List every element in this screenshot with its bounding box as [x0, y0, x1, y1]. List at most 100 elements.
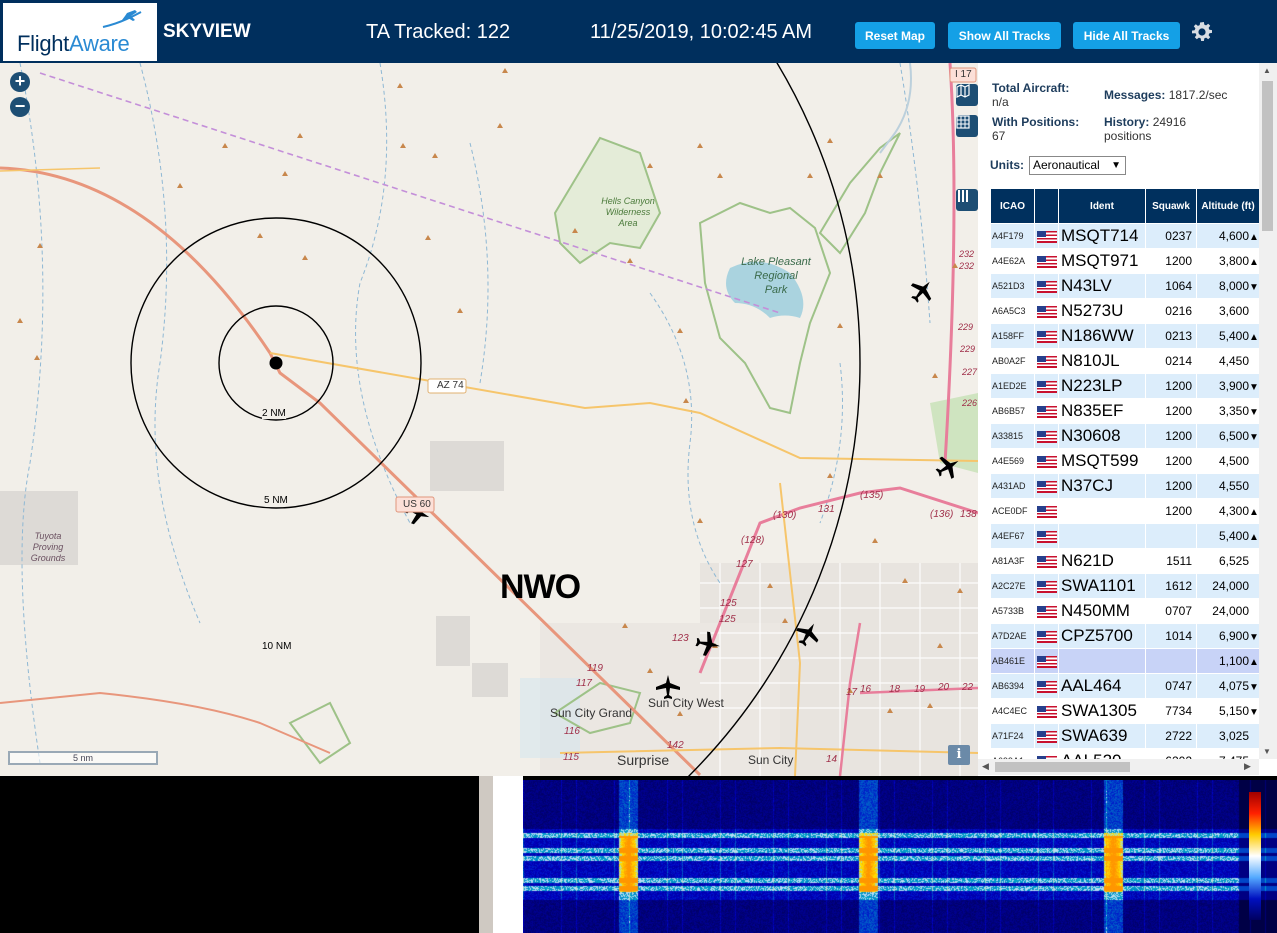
reset-map-button[interactable]: Reset Map: [855, 22, 935, 49]
altitude-trend-icon: ▼: [1249, 407, 1259, 418]
panel-divider[interactable]: [479, 776, 493, 933]
scroll-up-icon[interactable]: ▲: [1263, 66, 1271, 75]
scroll-down-icon[interactable]: ▼: [1263, 747, 1271, 756]
aircraft-row[interactable]: A431AD N37CJ 1200 4,550: [991, 474, 1259, 498]
aircraft-row[interactable]: A4E569 MSQT599 1200 4,500: [991, 449, 1259, 473]
flag-cell: [1035, 549, 1058, 573]
altitude-cell: 4,450: [1197, 349, 1259, 373]
squawk-cell: 1200: [1146, 374, 1196, 398]
col-header-icao[interactable]: ICAO: [991, 189, 1034, 223]
info-button[interactable]: i: [948, 745, 970, 765]
aircraft-row[interactable]: AB0A2F N810JL 0214 4,450: [991, 349, 1259, 373]
altitude-cell: 4,500: [1197, 449, 1259, 473]
altitude-cell: 1,100▲: [1197, 649, 1259, 673]
squawk-cell: 1200: [1146, 399, 1196, 423]
road-number: 18: [889, 684, 901, 695]
icao-cell: AB461E: [991, 649, 1034, 673]
icao-cell: A4C4EC: [991, 699, 1034, 723]
us-flag-icon: [1037, 505, 1057, 518]
zoom-out-button[interactable]: −: [10, 97, 30, 117]
icao-cell: A1ED2E: [991, 374, 1034, 398]
sun-city-grand-label: Sun City Grand: [550, 706, 633, 720]
altitude-cell: 4,550: [1197, 474, 1259, 498]
altitude-value: 6,525: [1218, 554, 1249, 568]
col-header-flag[interactable]: [1035, 189, 1058, 223]
altitude-value: 5,400: [1218, 329, 1249, 343]
ident-cell: [1059, 524, 1145, 548]
us-flag-icon: [1037, 355, 1057, 368]
col-header-ident[interactable]: Ident: [1059, 189, 1145, 223]
aircraft-row[interactable]: A81A3F N621D 1511 6,525: [991, 549, 1259, 573]
ident-cell: N810JL: [1059, 349, 1145, 373]
ident-cell: SWA639: [1059, 724, 1145, 748]
altitude-value: 3,800: [1218, 254, 1249, 268]
sun-city-label: Sun City: [748, 753, 794, 767]
altitude-trend-icon: ▼: [1249, 632, 1259, 643]
chevron-down-icon: ▼: [1111, 160, 1121, 171]
road-number: 138: [960, 509, 977, 520]
units-select[interactable]: Aeronautical ▼: [1029, 156, 1126, 175]
aircraft-row[interactable]: A4E62A MSQT971 1200 3,800▲: [991, 249, 1259, 273]
aircraft-panel: Total Aircraft: n/a Messages: 1817.2/sec …: [978, 63, 1277, 776]
aircraft-row[interactable]: A4C4EC SWA1305 7734 5,150▼: [991, 699, 1259, 723]
altitude-cell: 24,000: [1197, 574, 1259, 598]
col-header-altitude[interactable]: Altitude (ft): [1197, 189, 1259, 223]
road-number: 127: [736, 559, 753, 570]
aircraft-row[interactable]: A5733B N450MM 0707 24,000: [991, 599, 1259, 623]
columns-toggle-icon[interactable]: [956, 189, 978, 211]
zoom-in-button[interactable]: +: [10, 72, 30, 92]
us-flag-icon: [1037, 580, 1057, 593]
aircraft-row[interactable]: A71F24 SWA639 2722 3,025: [991, 724, 1259, 748]
history-stat: History: 24916 positions: [1104, 115, 1187, 143]
aircraft-row[interactable]: AB6B57 N835EF 1200 3,350▼: [991, 399, 1259, 423]
squawk-cell: 0747: [1146, 674, 1196, 698]
icao-cell: A6A5C3: [991, 299, 1034, 323]
app-name: SKYVIEW: [163, 21, 251, 42]
map-view[interactable]: AZ 74 US 60 I 17 2 NM 5 NM 10 NM NWO Hel…: [0, 63, 978, 776]
icao-cell: A521D3: [991, 274, 1034, 298]
ident-cell: N835EF: [1059, 399, 1145, 423]
ident-cell: N186WW: [1059, 324, 1145, 348]
hide-all-tracks-button[interactable]: Hide All Tracks: [1073, 22, 1180, 49]
scroll-left-icon[interactable]: ◀: [982, 761, 989, 772]
scrollbar-thumb[interactable]: [1262, 81, 1273, 231]
altitude-trend-icon: ▲: [1249, 232, 1259, 243]
aircraft-row[interactable]: A4F179 MSQT714 0237 4,600▲: [991, 224, 1259, 248]
col-header-squawk[interactable]: Squawk: [1146, 189, 1196, 223]
flightaware-logo[interactable]: FlightAware: [3, 3, 157, 61]
squawk-cell: [1146, 524, 1196, 548]
show-all-tracks-button[interactable]: Show All Tracks: [948, 22, 1061, 49]
squawk-cell: 1200: [1146, 249, 1196, 273]
scrollbar-thumb[interactable]: [995, 762, 1130, 772]
vertical-scrollbar[interactable]: ▲ ▼: [1259, 63, 1277, 759]
aircraft-row[interactable]: A6A5C3 N5273U 0216 3,600: [991, 299, 1259, 323]
aircraft-row[interactable]: A2C27E SWA1101 1612 24,000: [991, 574, 1259, 598]
aircraft-row[interactable]: ACE0DF 1200 4,300▲: [991, 499, 1259, 523]
aircraft-row[interactable]: A1ED2E N223LP 1200 3,900▼: [991, 374, 1259, 398]
aircraft-row[interactable]: A4EF67 5,400▲: [991, 524, 1259, 548]
aircraft-row[interactable]: AB6394 AAL464 0747 4,075▼: [991, 674, 1259, 698]
altitude-cell: 6,525: [1197, 549, 1259, 573]
road-number: 115: [563, 752, 579, 763]
altitude-cell: 5,400▲: [1197, 324, 1259, 348]
aircraft-row[interactable]: A158FF N186WW 0213 5,400▲: [991, 324, 1259, 348]
ident-cell: AAL464: [1059, 674, 1145, 698]
altitude-trend-icon: ▼: [1249, 282, 1259, 293]
road-number: 227: [962, 367, 978, 377]
flag-cell: [1035, 499, 1058, 523]
aircraft-row[interactable]: A7D2AE CPZ5700 1014 6,900▼: [991, 624, 1259, 648]
aircraft-row[interactable]: A33815 N30608 1200 6,500▼: [991, 424, 1259, 448]
gear-icon[interactable]: [1190, 20, 1214, 44]
altitude-value: 24,000: [1212, 579, 1249, 593]
flag-cell: [1035, 674, 1058, 698]
grid-icon[interactable]: [956, 115, 978, 137]
ident-cell: N5273U: [1059, 299, 1145, 323]
icao-cell: A431AD: [991, 474, 1034, 498]
aircraft-row[interactable]: AB461E 1,100▲: [991, 649, 1259, 673]
ident-cell: [1059, 649, 1145, 673]
horizontal-scrollbar[interactable]: ◀ ▶: [978, 759, 1259, 775]
aircraft-row[interactable]: A521D3 N43LV 1064 8,000▼: [991, 274, 1259, 298]
map-layers-icon[interactable]: [956, 84, 978, 106]
scroll-right-icon[interactable]: ▶: [1244, 761, 1251, 772]
flag-cell: [1035, 449, 1058, 473]
